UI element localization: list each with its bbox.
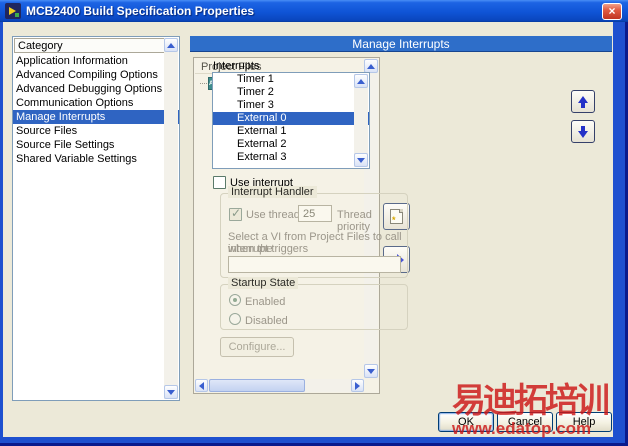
- interrupt-handler-group: Interrupt Handler ✓ Use thread 25 Thread…: [220, 186, 408, 278]
- disabled-radio-label: Disabled: [245, 315, 288, 327]
- scroll-down-icon[interactable]: [164, 385, 178, 399]
- window-title: MCB2400 Build Specification Properties: [26, 4, 255, 18]
- interrupt-item-external2[interactable]: External 2: [213, 138, 369, 151]
- build-spec-properties-dialog: MCB2400 Build Specification Properties ×…: [0, 0, 628, 446]
- category-item-communication-options[interactable]: Communication Options: [13, 96, 179, 110]
- move-up-button[interactable]: [571, 90, 595, 113]
- scroll-up-icon[interactable]: [354, 74, 368, 88]
- enabled-radio-label: Enabled: [245, 296, 286, 308]
- category-scrollbar[interactable]: [164, 38, 178, 399]
- interrupt-item-external3[interactable]: External 3: [213, 151, 369, 164]
- category-item-advanced-compiling-options[interactable]: Advanced Compiling Options: [13, 68, 179, 82]
- radio-dot: [233, 298, 237, 302]
- help-button[interactable]: Help: [556, 412, 612, 432]
- close-icon[interactable]: ×: [602, 3, 622, 20]
- interrupt-handler-title: Interrupt Handler: [228, 186, 317, 198]
- cancel-button[interactable]: Cancel: [497, 412, 553, 432]
- interrupt-item-timer2[interactable]: Timer 2: [213, 86, 369, 99]
- category-item-application-information[interactable]: Application Information: [13, 54, 179, 68]
- use-thread-checkbox[interactable]: ✓: [229, 206, 242, 221]
- category-list-header: Category: [14, 38, 178, 53]
- interrupt-item-timer3[interactable]: Timer 3: [213, 99, 369, 112]
- use-thread-label: Use thread: [246, 209, 300, 221]
- interrupts-scrollbar[interactable]: [354, 74, 368, 167]
- scroll-down-icon[interactable]: [364, 364, 378, 378]
- interrupts-label: Interrupts: [213, 60, 260, 72]
- category-list: Category Application Information Advance…: [12, 36, 180, 401]
- interrupts-list: Timer 1 Timer 2 Timer 3 External 0 Exter…: [212, 72, 370, 169]
- thread-priority-label: Thread priority: [337, 209, 372, 233]
- scroll-right-icon[interactable]: [351, 379, 364, 392]
- tree-line: [200, 83, 207, 84]
- use-interrupt-checkbox[interactable]: [213, 176, 226, 189]
- blue-arrow-up-icon: [578, 95, 588, 103]
- check-icon: ✓: [231, 206, 242, 220]
- vi-select-hint-line2: interrupt triggers: [228, 243, 309, 255]
- hscrollbar-thumb[interactable]: [209, 379, 305, 392]
- category-item-source-files[interactable]: Source Files: [13, 124, 179, 138]
- page-title: Manage Interrupts: [190, 36, 612, 52]
- category-item-shared-variable-settings[interactable]: Shared Variable Settings: [13, 152, 179, 166]
- scroll-up-icon[interactable]: [364, 59, 378, 73]
- startup-state-group: Startup State Enabled Disabled: [220, 277, 408, 330]
- category-item-manage-interrupts[interactable]: Manage Interrupts: [13, 110, 179, 124]
- configure-button[interactable]: Configure...: [220, 337, 294, 357]
- startup-state-title: Startup State: [228, 277, 299, 289]
- interrupt-item-external1[interactable]: External 1: [213, 125, 369, 138]
- thread-priority-input[interactable]: 25: [298, 205, 332, 222]
- disabled-radio[interactable]: [229, 313, 241, 325]
- scroll-up-icon[interactable]: [164, 38, 178, 52]
- ok-button[interactable]: OK: [438, 412, 494, 432]
- vi-path-input[interactable]: [228, 256, 401, 273]
- project-files-hscrollbar[interactable]: [195, 379, 364, 392]
- category-item-advanced-debugging-options[interactable]: Advanced Debugging Options: [13, 82, 179, 96]
- category-item-source-file-settings[interactable]: Source File Settings: [13, 138, 179, 152]
- interrupt-item-external0[interactable]: External 0: [213, 112, 369, 125]
- enabled-radio[interactable]: [229, 294, 241, 306]
- titlebar[interactable]: MCB2400 Build Specification Properties ×: [0, 0, 628, 22]
- scroll-down-icon[interactable]: [354, 153, 368, 167]
- scroll-left-icon[interactable]: [195, 379, 208, 392]
- interrupt-item-timer1[interactable]: Timer 1: [213, 73, 369, 86]
- dialog-body: Category Application Information Advance…: [3, 22, 613, 437]
- move-down-button[interactable]: [571, 120, 595, 143]
- labview-icon: [5, 3, 21, 19]
- blue-arrow-down-icon: [578, 130, 588, 138]
